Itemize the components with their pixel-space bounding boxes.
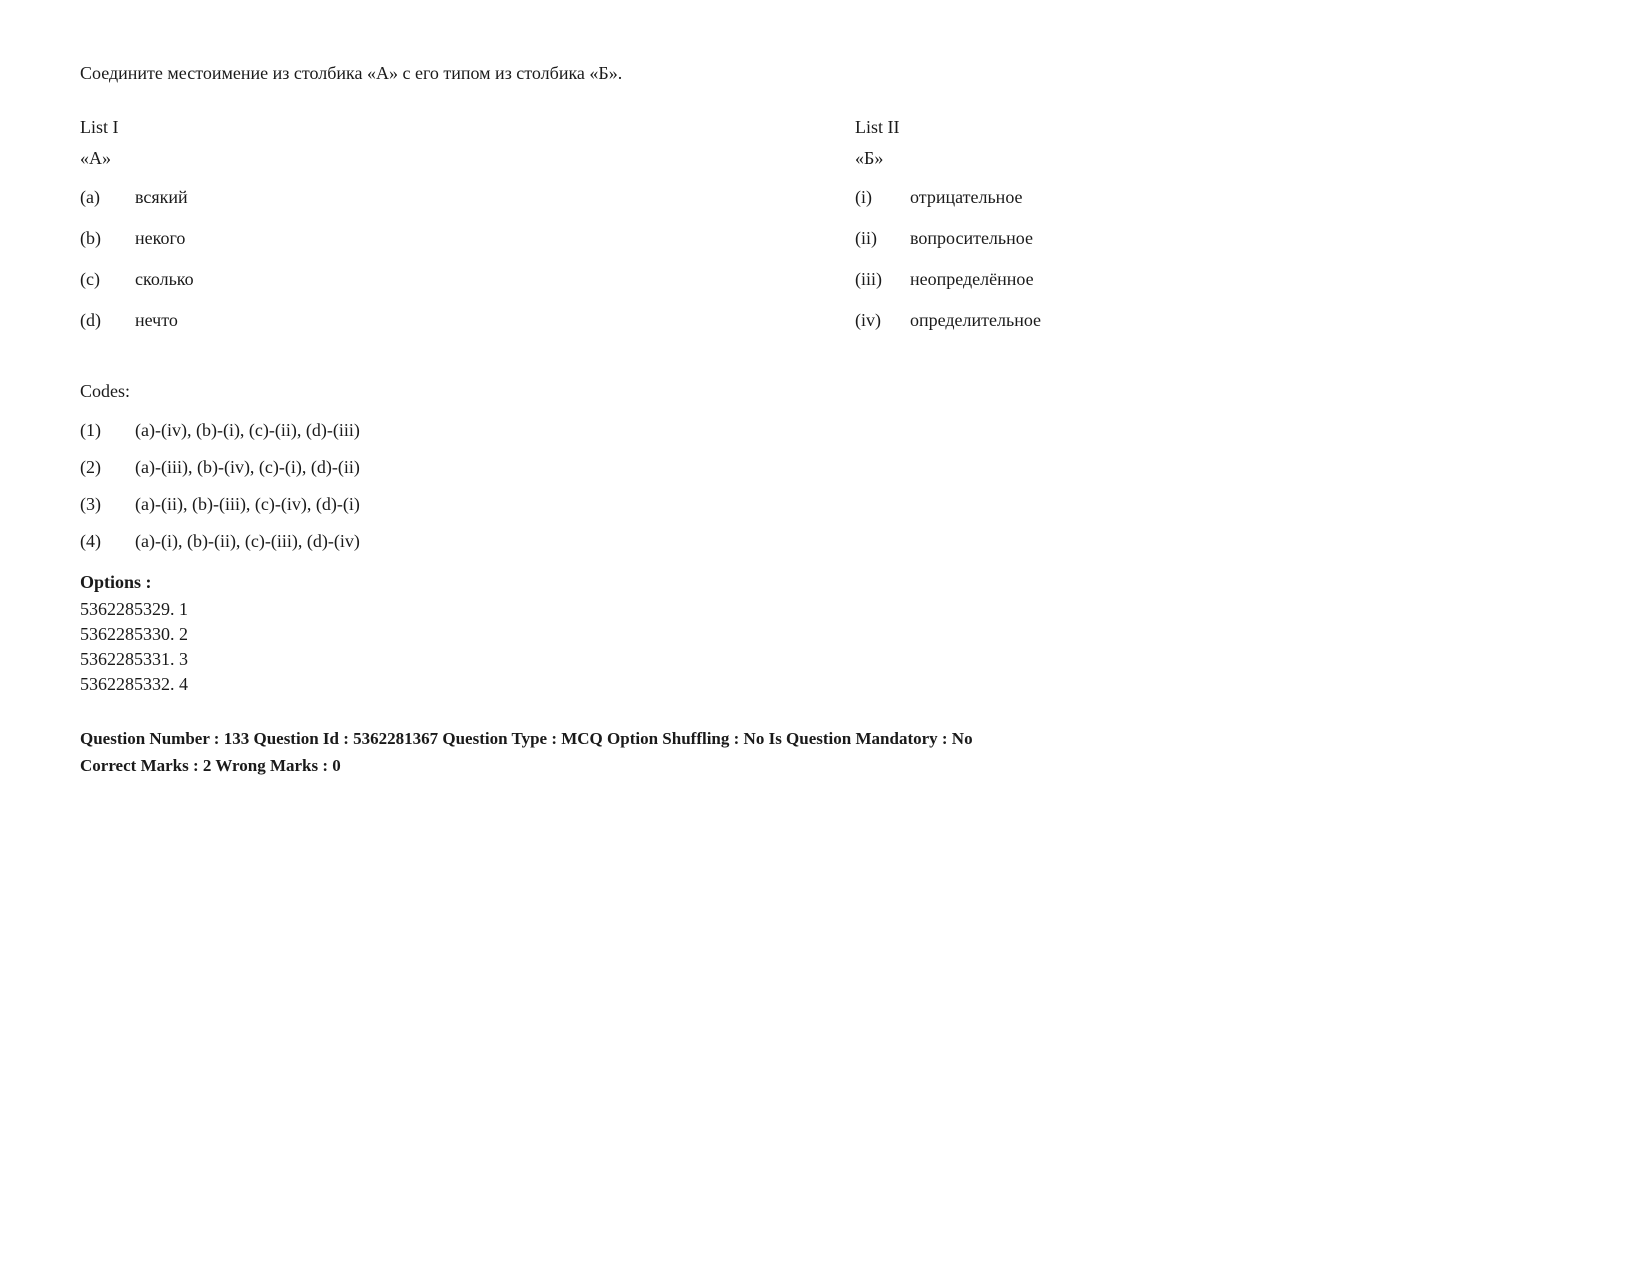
code-text-1: (a)-(iv), (b)-(i), (c)-(ii), (d)-(iii) xyxy=(135,420,360,441)
item-label-ii: (ii) xyxy=(855,228,910,249)
list-item: (i) отрицательное xyxy=(855,187,1570,208)
options-section: Options : 5362285329. 1 5362285330. 2 53… xyxy=(80,572,1570,695)
item-text-i: отрицательное xyxy=(910,187,1023,208)
meta-line2: Correct Marks : 2 Wrong Marks : 0 xyxy=(80,752,1570,779)
item-text-c: сколько xyxy=(135,269,194,290)
list-item: (d) нечто xyxy=(80,310,795,331)
code-item: (3) (a)-(ii), (b)-(iii), (c)-(iv), (d)-(… xyxy=(80,494,1570,515)
codes-section: Codes: (1) (a)-(iv), (b)-(i), (c)-(ii), … xyxy=(80,381,1570,552)
option-item-3[interactable]: 5362285331. 3 xyxy=(80,649,1570,670)
item-text-b: некого xyxy=(135,228,185,249)
list-item: (c) сколько xyxy=(80,269,795,290)
list-item: (iii) неопределённое xyxy=(855,269,1570,290)
code-item: (2) (a)-(iii), (b)-(iv), (c)-(i), (d)-(i… xyxy=(80,457,1570,478)
codes-label: Codes: xyxy=(80,381,1570,402)
item-text-ii: вопросительное xyxy=(910,228,1033,249)
code-text-3: (a)-(ii), (b)-(iii), (c)-(iv), (d)-(i) xyxy=(135,494,360,515)
item-label-c: (c) xyxy=(80,269,135,290)
code-number-1: (1) xyxy=(80,420,135,441)
list2-subheader: «Б» xyxy=(855,148,1570,169)
list-item: (b) некого xyxy=(80,228,795,249)
code-number-2: (2) xyxy=(80,457,135,478)
question-meta: Question Number : 133 Question Id : 5362… xyxy=(80,725,1570,779)
option-item-4[interactable]: 5362285332. 4 xyxy=(80,674,1570,695)
code-text-2: (a)-(iii), (b)-(iv), (c)-(i), (d)-(ii) xyxy=(135,457,360,478)
list-2: List II «Б» (i) отрицательное (ii) вопро… xyxy=(855,117,1570,351)
question-text: Соедините местоимение из столбика «А» с … xyxy=(80,60,1570,87)
list-1: List I «А» (a) всякий (b) некого (c) ско… xyxy=(80,117,795,351)
list1-header: List I xyxy=(80,117,795,138)
option-item-2[interactable]: 5362285330. 2 xyxy=(80,624,1570,645)
code-item: (1) (a)-(iv), (b)-(i), (c)-(ii), (d)-(ii… xyxy=(80,420,1570,441)
options-label: Options : xyxy=(80,572,1570,593)
item-text-iv: определительное xyxy=(910,310,1041,331)
list-item: (a) всякий xyxy=(80,187,795,208)
code-number-3: (3) xyxy=(80,494,135,515)
item-label-b: (b) xyxy=(80,228,135,249)
list-item: (iv) определительное xyxy=(855,310,1570,331)
item-label-d: (d) xyxy=(80,310,135,331)
list1-subheader: «А» xyxy=(80,148,795,169)
item-label-iii: (iii) xyxy=(855,269,910,290)
code-text-4: (a)-(i), (b)-(ii), (c)-(iii), (d)-(iv) xyxy=(135,531,360,552)
item-text-d: нечто xyxy=(135,310,178,331)
meta-line1: Question Number : 133 Question Id : 5362… xyxy=(80,725,1570,752)
item-text-a: всякий xyxy=(135,187,188,208)
option-item-1[interactable]: 5362285329. 1 xyxy=(80,599,1570,620)
code-number-4: (4) xyxy=(80,531,135,552)
code-item: (4) (a)-(i), (b)-(ii), (c)-(iii), (d)-(i… xyxy=(80,531,1570,552)
item-text-iii: неопределённое xyxy=(910,269,1034,290)
list-item: (ii) вопросительное xyxy=(855,228,1570,249)
item-label-a: (a) xyxy=(80,187,135,208)
item-label-i: (i) xyxy=(855,187,910,208)
item-label-iv: (iv) xyxy=(855,310,910,331)
list2-header: List II xyxy=(855,117,1570,138)
